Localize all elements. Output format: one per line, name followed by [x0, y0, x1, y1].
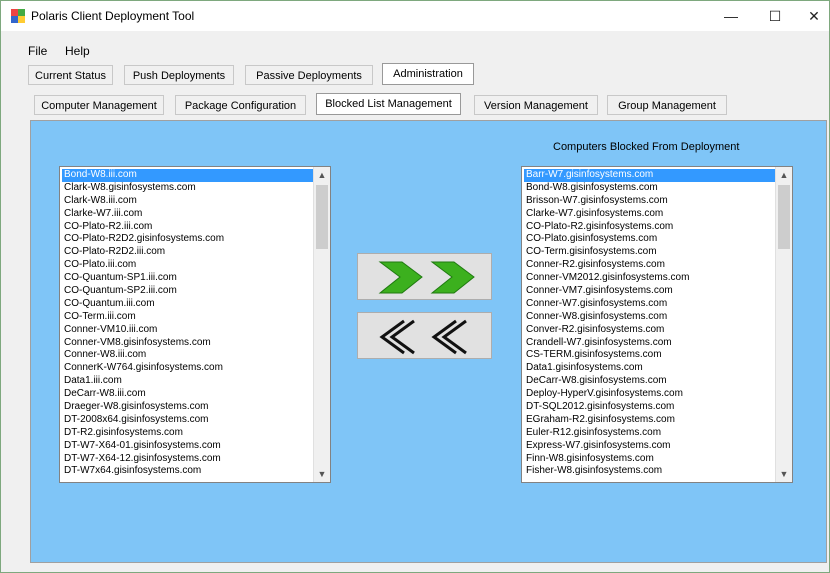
list-item[interactable]: Conner-VM7.gisinfosystems.com [524, 285, 775, 298]
tab-push-deployments[interactable]: Push Deployments [124, 65, 234, 85]
minimize-button[interactable]: — [711, 5, 751, 27]
list-item[interactable]: DT-SQL2012.gisinfosystems.com [524, 401, 775, 414]
list-item[interactable]: ConnerK-W764.gisinfosystems.com [62, 362, 313, 375]
list-item[interactable]: CS-TERM.gisinfosystems.com [524, 349, 775, 362]
tab-current-status[interactable]: Current Status [28, 65, 113, 85]
list-item[interactable]: Finn-W8.gisinfosystems.com [524, 453, 775, 466]
list-item[interactable]: CO-Quantum-SP1.iii.com [62, 272, 313, 285]
list-item[interactable]: Conner-W8.iii.com [62, 349, 313, 362]
list-item[interactable]: DT-W7-X64-12.gisinfosystems.com [62, 453, 313, 466]
list-item[interactable]: CO-Plato-R2.iii.com [62, 221, 313, 234]
list-item[interactable]: Conner-VM2012.gisinfosystems.com [524, 272, 775, 285]
list-item[interactable]: Conner-W8.gisinfosystems.com [524, 311, 775, 324]
window-title: Polaris Client Deployment Tool [31, 9, 195, 23]
tab-version-management[interactable]: Version Management [474, 95, 598, 115]
scroll-up-arrow-icon[interactable]: ▲ [776, 167, 792, 183]
list-item[interactable]: CO-Quantum.iii.com [62, 298, 313, 311]
list-item[interactable]: Euler-R12.gisinfosystems.com [524, 427, 775, 440]
menu-help[interactable]: Help [65, 44, 90, 58]
blocked-computers-items: Barr-W7.gisinfosystems.com Bond-W8.gisinf… [524, 169, 775, 478]
tab-blocked-list-management[interactable]: Blocked List Management [316, 93, 461, 115]
list-item[interactable]: Bond-W8.iii.com [62, 169, 313, 182]
maximize-button[interactable]: ☐ [755, 5, 795, 27]
list-item[interactable]: Deploy-HyperV.gisinfosystems.com [524, 388, 775, 401]
list-item[interactable]: CO-Plato-R2.gisinfosystems.com [524, 221, 775, 234]
list-item[interactable]: CO-Plato.gisinfosystems.com [524, 233, 775, 246]
list-item[interactable]: Conner-R2.gisinfosystems.com [524, 259, 775, 272]
list-item[interactable]: Bond-W8.gisinfosystems.com [524, 182, 775, 195]
list-item[interactable]: CO-Term.gisinfosystems.com [524, 246, 775, 259]
list-item[interactable]: Crandell-W7.gisinfosystems.com [524, 337, 775, 350]
list-item[interactable]: CO-Term.iii.com [62, 311, 313, 324]
app-icon [11, 9, 25, 23]
list-item[interactable]: DT-2008x64.gisinfosystems.com [62, 414, 313, 427]
list-item[interactable]: DT-W7x64.gisinfosystems.com [62, 465, 313, 478]
list-item[interactable]: Clarke-W7.iii.com [62, 208, 313, 221]
title-bar: Polaris Client Deployment Tool — ☐ ✕ [1, 1, 829, 31]
list-item[interactable]: Conner-W7.gisinfosystems.com [524, 298, 775, 311]
tab-computer-management[interactable]: Computer Management [34, 95, 164, 115]
list-item[interactable]: Clark-W8.gisinfosystems.com [62, 182, 313, 195]
scroll-thumb[interactable] [778, 185, 790, 249]
blocked-list-heading: Computers Blocked From Deployment [553, 141, 740, 153]
add-to-blocked-button[interactable] [357, 253, 492, 300]
list-item[interactable]: Clark-W8.iii.com [62, 195, 313, 208]
list-item[interactable]: Draeger-W8.gisinfosystems.com [62, 401, 313, 414]
tab-administration[interactable]: Administration [382, 63, 474, 85]
close-button[interactable]: ✕ [799, 5, 829, 27]
tab-group-management[interactable]: Group Management [607, 95, 727, 115]
available-computers-items: Bond-W8.iii.com Clark-W8.gisinfosystems.c… [62, 169, 313, 478]
blocked-computers-list[interactable]: Barr-W7.gisinfosystems.com Bond-W8.gisinf… [521, 166, 793, 483]
list-item[interactable]: EGraham-R2.gisinfosystems.com [524, 414, 775, 427]
list-item[interactable]: CO-Quantum-SP2.iii.com [62, 285, 313, 298]
list-item[interactable]: DT-W7-X64-01.gisinfosystems.com [62, 440, 313, 453]
scroll-down-arrow-icon[interactable]: ▼ [776, 466, 792, 482]
scroll-down-arrow-icon[interactable]: ▼ [314, 466, 330, 482]
list-item[interactable]: Brisson-W7.gisinfosystems.com [524, 195, 775, 208]
list-item[interactable]: Clarke-W7.gisinfosystems.com [524, 208, 775, 221]
list-item[interactable]: Express-W7.gisinfosystems.com [524, 440, 775, 453]
list-item[interactable]: DeCarr-W8.gisinfosystems.com [524, 375, 775, 388]
menu-file[interactable]: File [28, 44, 47, 58]
list-item[interactable]: Fisher-W8.gisinfosystems.com [524, 465, 775, 478]
scroll-up-arrow-icon[interactable]: ▲ [314, 167, 330, 183]
tab-package-configuration[interactable]: Package Configuration [175, 95, 306, 115]
tab-passive-deployments[interactable]: Passive Deployments [245, 65, 373, 85]
list-item[interactable]: DT-R2.gisinfosystems.com [62, 427, 313, 440]
list-item[interactable]: Conner-VM10.iii.com [62, 324, 313, 337]
list-item[interactable]: Conner-VM8.gisinfosystems.com [62, 337, 313, 350]
list-item[interactable]: Data1.iii.com [62, 375, 313, 388]
list-item[interactable]: Data1.gisinfosystems.com [524, 362, 775, 375]
double-chevron-right-icon [378, 261, 475, 294]
list-item[interactable]: CO-Plato.iii.com [62, 259, 313, 272]
right-scrollbar[interactable]: ▲ ▼ [775, 167, 792, 482]
list-item[interactable]: Barr-W7.gisinfosystems.com [524, 169, 775, 182]
remove-from-blocked-button[interactable] [357, 312, 492, 359]
list-item[interactable]: CO-Plato-R2D2.iii.com [62, 246, 313, 259]
left-scrollbar[interactable]: ▲ ▼ [313, 167, 330, 482]
available-computers-list[interactable]: Bond-W8.iii.com Clark-W8.gisinfosystems.c… [59, 166, 331, 483]
double-chevron-left-icon [379, 319, 467, 355]
scroll-thumb[interactable] [316, 185, 328, 249]
list-item[interactable]: Conver-R2.gisinfosystems.com [524, 324, 775, 337]
list-item[interactable]: DeCarr-W8.iii.com [62, 388, 313, 401]
list-item[interactable]: CO-Plato-R2D2.gisinfosystems.com [62, 233, 313, 246]
